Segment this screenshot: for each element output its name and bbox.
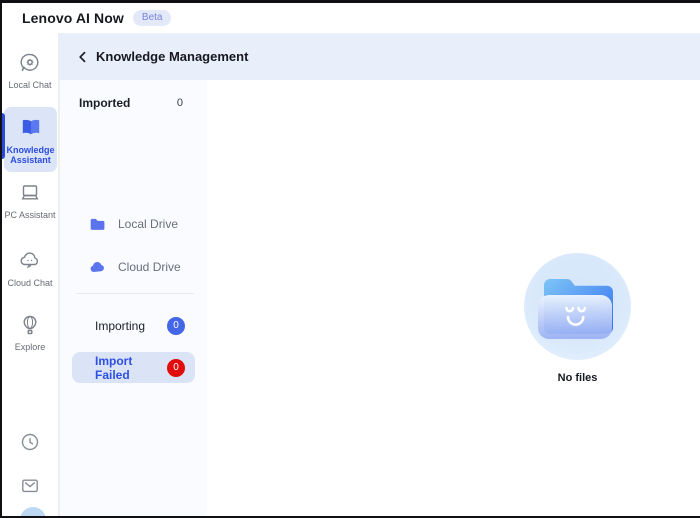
primary-sidebar: Local Chat Knowledge Assistant <box>2 33 59 516</box>
beta-badge: Beta <box>133 10 172 26</box>
open-book-icon <box>18 115 44 141</box>
title-bar: Lenovo AI Now Beta <box>2 3 700 33</box>
sidebar-item-pc-assistant[interactable]: PC Assistant <box>2 180 58 220</box>
feedback-button[interactable] <box>2 473 58 499</box>
panel-item-label: Local Drive <box>118 217 178 231</box>
chat-gear-icon <box>17 50 43 76</box>
panel-item-cloud-drive[interactable]: Cloud Drive <box>79 253 199 281</box>
panel-item-importing[interactable]: Importing 0 <box>72 310 195 341</box>
sidebar-item-label: Knowledge Assistant <box>5 145 57 165</box>
sidebar-item-knowledge-assistant[interactable]: Knowledge Assistant <box>4 107 57 172</box>
sidebar-item-label: Cloud Chat <box>7 278 52 288</box>
sidebar-item-label: Explore <box>15 342 46 352</box>
sidebar-item-explore[interactable]: Explore <box>2 312 58 352</box>
file-list-area: No files <box>207 80 700 516</box>
empty-state-circle <box>524 253 631 360</box>
panel-item-import-failed[interactable]: Import Failed 0 <box>72 352 195 383</box>
page-header: Knowledge Management <box>59 33 700 80</box>
history-button[interactable] <box>2 429 58 455</box>
page-title: Knowledge Management <box>96 49 248 64</box>
sidebar-item-label: PC Assistant <box>4 210 55 220</box>
cloud-chat-icon <box>17 248 43 274</box>
hot-air-balloon-icon <box>17 312 43 338</box>
panel-item-local-drive[interactable]: Local Drive <box>79 210 199 238</box>
sidebar-item-local-chat[interactable]: Local Chat <box>2 50 58 90</box>
cloud-icon <box>89 259 106 276</box>
panel-divider <box>76 293 194 294</box>
smiling-folder-icon <box>535 268 621 344</box>
app-title: Lenovo AI Now <box>22 10 124 26</box>
back-chevron-icon <box>76 50 90 64</box>
knowledge-panel: Imported 0 Local Drive <box>59 80 207 516</box>
history-clock-icon <box>17 429 43 455</box>
imported-section-header: Imported 0 <box>79 96 183 110</box>
sidebar-item-label: Local Chat <box>8 80 51 90</box>
folder-icon <box>89 216 106 233</box>
back-button[interactable] <box>76 50 90 64</box>
import-failed-count-badge: 0 <box>167 359 185 377</box>
importing-count-badge: 0 <box>167 317 185 335</box>
panel-item-label: Cloud Drive <box>118 260 181 274</box>
user-avatar[interactable] <box>20 507 46 516</box>
feedback-mail-icon <box>17 473 43 499</box>
panel-item-label: Importing <box>95 319 167 333</box>
app-window: Lenovo AI Now Beta <box>2 3 700 516</box>
sidebar-item-cloud-chat[interactable]: Cloud Chat <box>2 248 58 288</box>
empty-state-text: No files <box>524 372 631 384</box>
panel-item-label: Import Failed <box>95 354 167 382</box>
active-indicator <box>2 113 5 159</box>
laptop-icon <box>17 180 43 206</box>
imported-label: Imported <box>79 96 130 110</box>
imported-count: 0 <box>177 97 183 109</box>
